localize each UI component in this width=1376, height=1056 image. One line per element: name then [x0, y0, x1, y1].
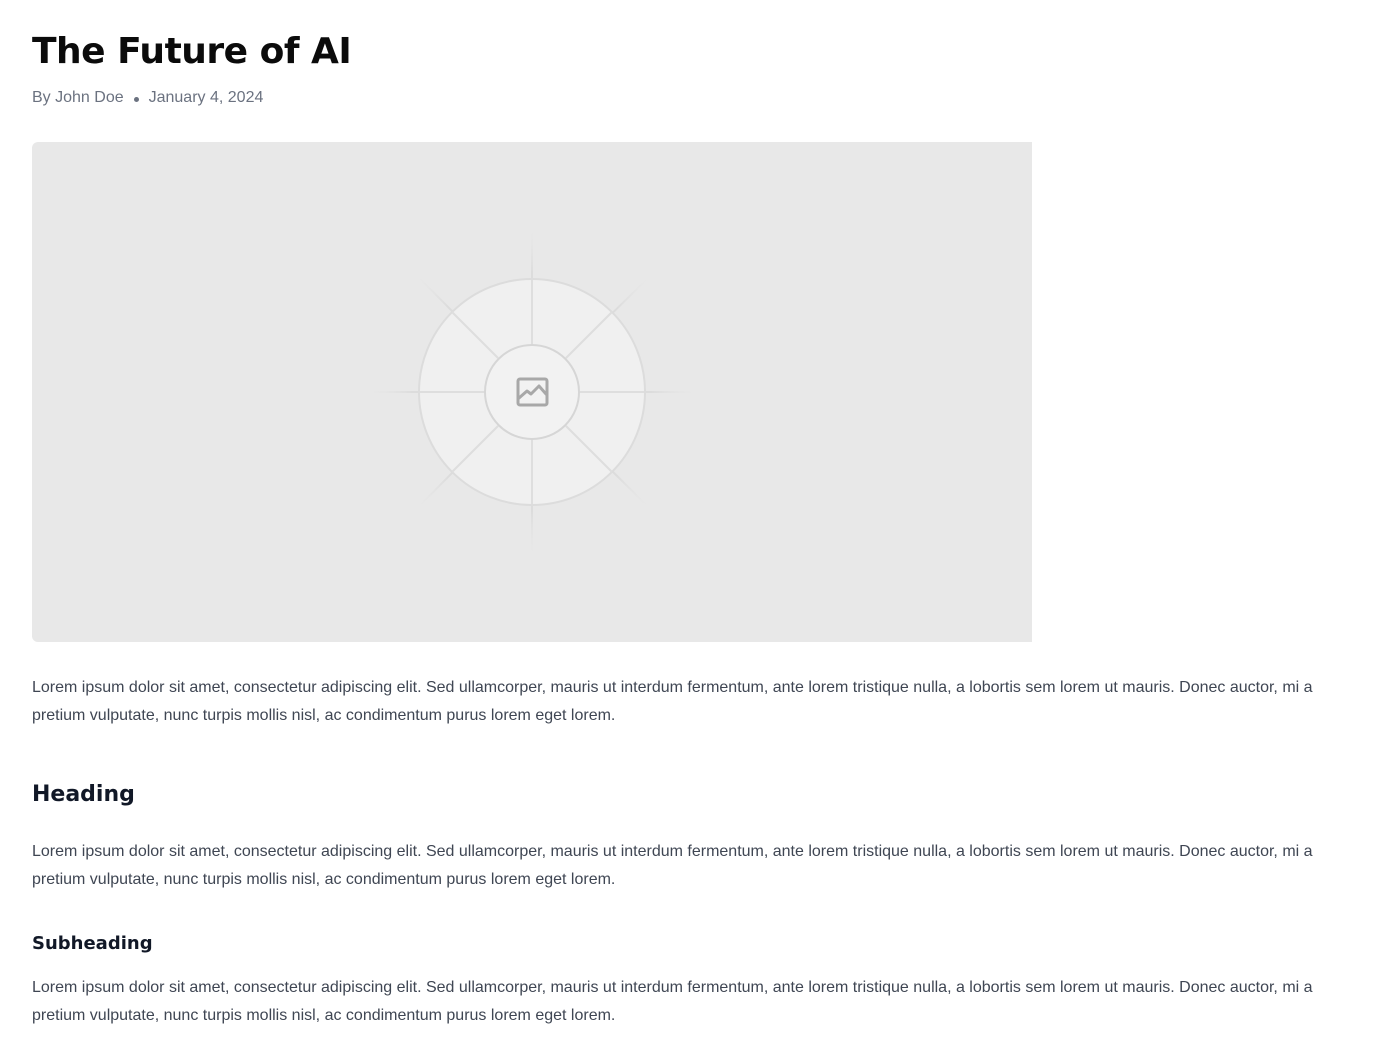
body-paragraph: Lorem ipsum dolor sit amet, consectetur … — [32, 979, 1313, 1024]
section-subheading: Subheading — [32, 933, 153, 954]
meta-separator-dot — [133, 96, 139, 102]
author-byline: By John Doe — [32, 89, 124, 106]
section-heading: Heading — [32, 782, 135, 807]
article: The Future of AI By John Doe January 4, … — [0, 0, 1376, 1030]
hero-image — [32, 142, 1032, 642]
body-paragraph: Lorem ipsum dolor sit amet, consectetur … — [32, 843, 1313, 888]
publish-date: January 4, 2024 — [148, 89, 264, 106]
image-placeholder-graphic — [371, 229, 698, 555]
article-meta: By John Doe January 4, 2024 — [32, 88, 1344, 108]
body-paragraph: Lorem ipsum dolor sit amet, consectetur … — [32, 679, 1313, 724]
article-title: The Future of AI — [32, 31, 352, 72]
